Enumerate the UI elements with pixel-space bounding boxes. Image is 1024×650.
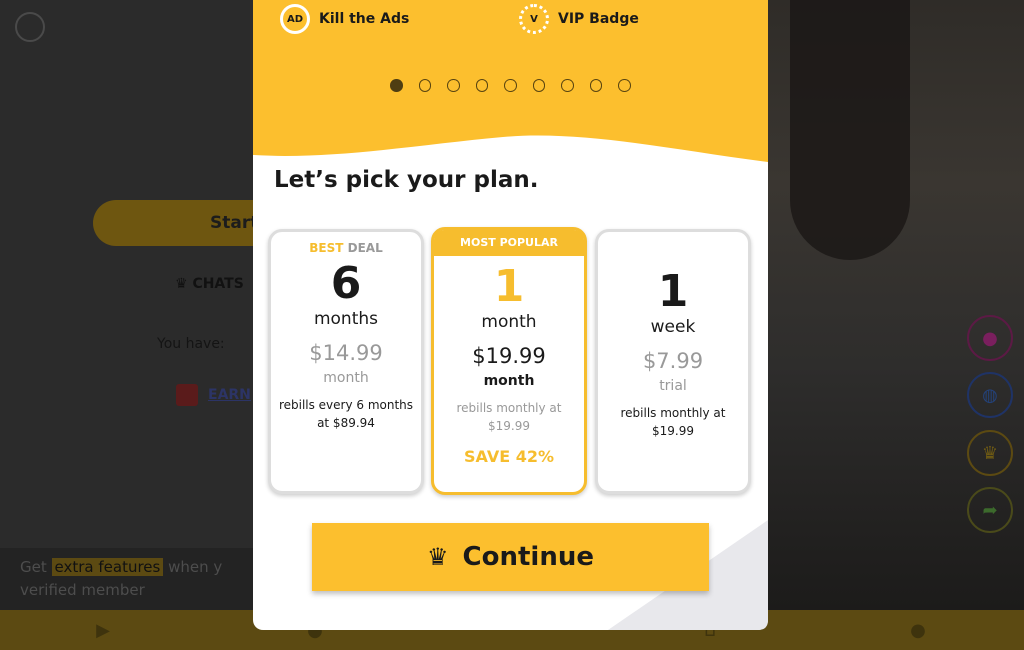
promo-highlight: extra features <box>51 558 164 576</box>
crown-icon: ♛ <box>175 276 193 292</box>
plan-card-1-month[interactable]: MOST POPULAR 1 month $19.99 month rebill… <box>431 227 587 495</box>
carousel-dot[interactable] <box>618 79 631 92</box>
carousel-dot[interactable] <box>504 79 517 92</box>
plan-duration: 1 <box>493 261 525 312</box>
plan-price: $14.99 <box>309 341 383 365</box>
chat-icon[interactable]: ● <box>903 620 933 641</box>
carousel-dot[interactable] <box>561 79 574 92</box>
carousel-dots <box>390 79 635 92</box>
plan-period: trial <box>659 378 687 394</box>
you-have-label: You have: <box>157 336 225 352</box>
save-badge: SAVE 42% <box>464 447 554 466</box>
most-popular-badge: MOST POPULAR <box>434 230 584 256</box>
chats-text: CHATS <box>192 276 244 292</box>
plan-price: $7.99 <box>642 349 704 373</box>
carousel-dot[interactable] <box>589 79 602 92</box>
feature-label: VIP Badge <box>558 11 639 27</box>
feature-kill-ads: AD Kill the Ads <box>280 4 500 34</box>
promo-text: Get extra features when y verified member <box>20 556 250 602</box>
chats-label: ♛ CHATS <box>175 276 253 292</box>
crown-icon[interactable]: ♛ <box>967 430 1013 476</box>
badge-deal: DEAL <box>347 241 383 255</box>
promo-line2: verified member <box>20 581 145 599</box>
plan-note: rebills every 6 months at $89.94 <box>278 398 414 430</box>
carousel-dot[interactable] <box>418 79 431 92</box>
earn-row: EARN <box>176 384 253 406</box>
people-icon[interactable]: ● <box>967 315 1013 361</box>
plan-price: $19.99 <box>472 344 546 368</box>
plan-unit: months <box>313 309 379 329</box>
gift-icon <box>176 384 198 406</box>
continue-button[interactable]: ♛ Continue <box>312 523 709 591</box>
plan-period: month <box>323 370 369 386</box>
plan-note: rebills monthly at $19.99 <box>456 401 562 433</box>
modal-title: Let’s pick your plan. <box>274 167 539 193</box>
plan-card-6-months[interactable]: BEST DEAL 6 months $14.99 month rebills … <box>268 229 424 494</box>
plan-modal: AD Kill the Ads V VIP Badge Let’s pick you… <box>253 0 768 630</box>
badge-best: BEST <box>309 241 344 255</box>
plan-unit: month <box>481 312 537 332</box>
no-ads-icon: AD <box>280 4 310 34</box>
vip-badge-icon: V <box>519 4 549 34</box>
screen: Start ♛ CHATS You have: EARN Get extra f… <box>0 0 1024 650</box>
plan-note: rebills monthly at $19.99 <box>620 406 726 438</box>
carousel-dot[interactable] <box>447 79 460 92</box>
promo-suffix: when y <box>168 558 223 576</box>
plan-card-1-week[interactable]: 1 week $7.99 trial rebills monthly at $1… <box>595 229 751 494</box>
plan-period: month <box>483 373 535 389</box>
carousel-dot[interactable] <box>390 79 403 92</box>
crown-icon: ♛ <box>427 543 449 571</box>
continue-label: Continue <box>462 542 594 572</box>
app-background <box>0 0 253 610</box>
promo-prefix: Get <box>20 558 47 576</box>
person-silhouette <box>790 0 910 260</box>
feature-vip-badge: V VIP Badge <box>519 4 739 34</box>
play-icon[interactable]: ▶ <box>88 620 118 641</box>
earn-link[interactable]: EARN <box>208 387 251 403</box>
carousel-dot[interactable] <box>532 79 545 92</box>
carousel-dot[interactable] <box>475 79 488 92</box>
feature-label: Kill the Ads <box>319 11 410 27</box>
best-deal-badge: BEST DEAL <box>271 241 421 255</box>
profile-icon[interactable] <box>15 12 45 42</box>
start-button[interactable]: Start <box>93 200 258 246</box>
globe-icon[interactable]: ◍ <box>967 372 1013 418</box>
plan-duration: 1 <box>657 266 689 317</box>
plan-duration: 6 <box>330 258 362 309</box>
share-icon[interactable]: ➦ <box>967 487 1013 533</box>
plan-unit: week <box>650 317 696 337</box>
